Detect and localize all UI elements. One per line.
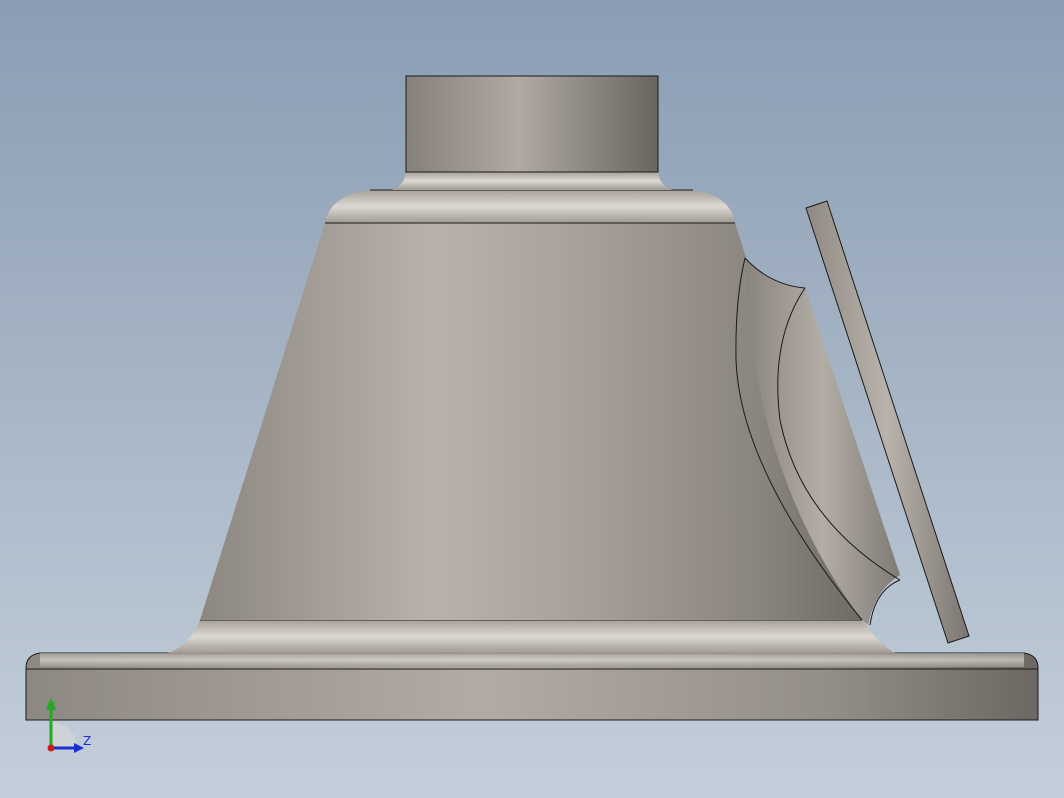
top-neck[interactable] [392,75,672,190]
base-plate[interactable] [25,652,1039,721]
lower-fillet[interactable] [168,619,895,653]
triad-z-label: Z [83,734,92,748]
triad-y-label: Y [48,700,56,714]
upper-shoulder[interactable] [325,189,735,224]
x-axis-dot [47,744,55,752]
part-view[interactable] [0,0,1064,798]
graphics-viewport[interactable]: Y Z [0,0,1064,798]
